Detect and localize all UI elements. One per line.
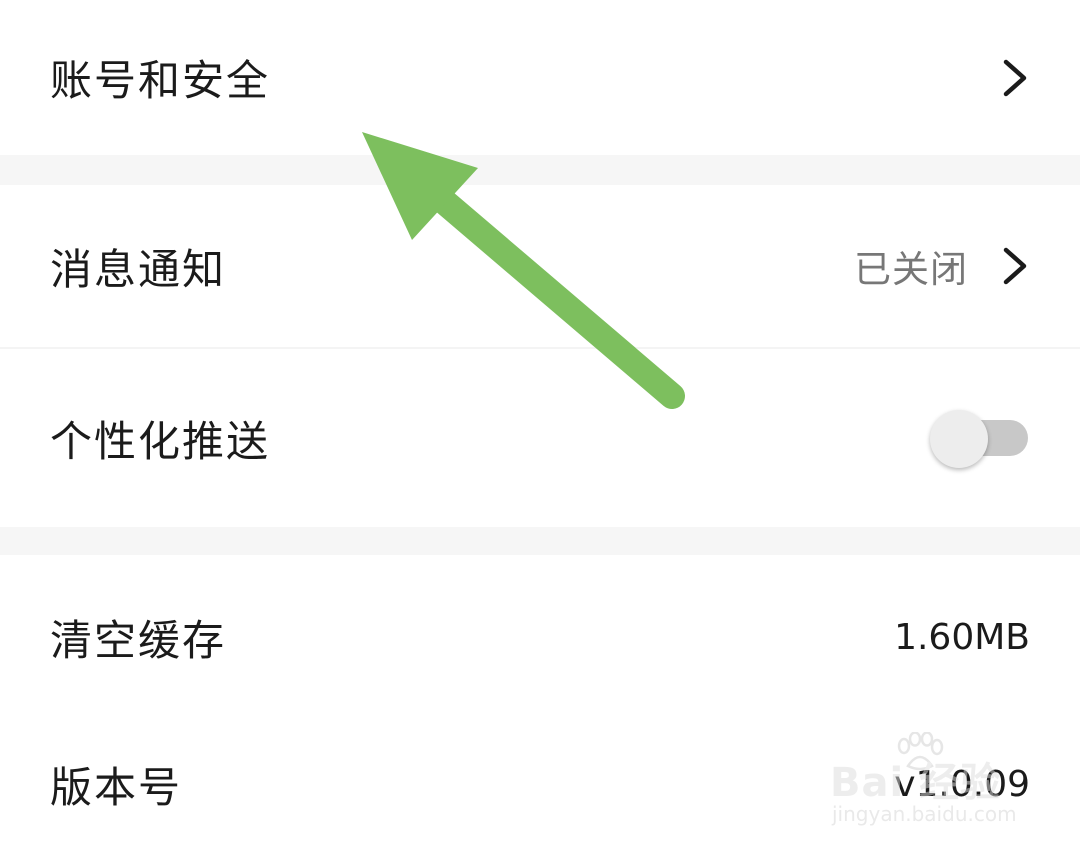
notifications-row[interactable]: 消息通知 已关闭 — [0, 185, 1080, 347]
notifications-label: 消息通知 — [50, 244, 227, 294]
section-gap — [0, 155, 1080, 185]
settings-page: 账号和安全 消息通知 已关闭 个性化推送 清空缓存 1.60MB 版本号 v1.… — [0, 0, 1080, 848]
notifications-right: 已关闭 — [854, 239, 1030, 293]
clear-cache-row[interactable]: 清空缓存 1.60MB — [0, 555, 1080, 720]
account-security-row[interactable]: 账号和安全 — [0, 0, 1080, 155]
notifications-status: 已关闭 — [854, 248, 968, 291]
version-label: 版本号 — [50, 762, 183, 812]
personalized-push-row: 个性化推送 — [0, 349, 1080, 527]
toggle-knob — [930, 410, 988, 468]
watermark-logo: Bai 经验 — [830, 760, 1002, 806]
account-security-label: 账号和安全 — [50, 56, 271, 105]
chevron-right-icon — [1003, 59, 1027, 96]
clear-cache-right: 1.60MB — [894, 617, 1030, 658]
watermark-url: jingyan.baidu.com — [832, 802, 1017, 826]
account-security-right — [968, 56, 1030, 100]
personalized-push-toggle[interactable] — [930, 410, 1028, 468]
cache-size-value: 1.60MB — [894, 617, 1030, 658]
chevron-right-icon — [1003, 247, 1027, 285]
clear-cache-label: 清空缓存 — [50, 616, 227, 665]
personalized-push-label: 个性化推送 — [50, 416, 271, 466]
baidu-jingyan-watermark: Bai 经验 jingyan.baidu.com — [830, 732, 1070, 832]
section-gap — [0, 527, 1080, 555]
personalized-push-right — [930, 410, 1030, 468]
